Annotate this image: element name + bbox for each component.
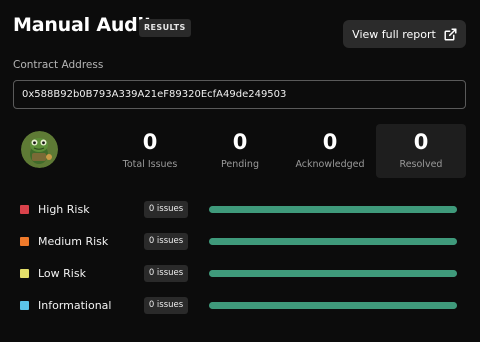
external-link-icon [444, 27, 457, 41]
stat-label: Total Issues [122, 159, 178, 170]
risk-label: Medium Risk [38, 235, 109, 248]
risk-progress-fill [209, 302, 457, 309]
issue-count-badge: 0 issues [144, 201, 188, 218]
risk-progress-track [209, 270, 457, 277]
risk-progress-fill [209, 270, 457, 277]
stat-pending[interactable]: 0 Pending [200, 124, 280, 178]
risk-progress-track [209, 302, 457, 309]
frog-avatar-icon [21, 131, 58, 168]
contract-address-field[interactable] [13, 80, 466, 109]
view-full-report-button[interactable]: View full report [343, 20, 466, 48]
risk-swatch [20, 269, 29, 278]
issue-count-badge: 0 issues [144, 297, 188, 314]
risk-row-medium: Medium Risk 0 issues [20, 233, 460, 250]
stat-label: Acknowledged [295, 159, 365, 170]
stat-value: 0 [322, 130, 338, 154]
stat-value: 0 [232, 130, 248, 154]
stat-value: 0 [413, 130, 429, 154]
issue-count-badge: 0 issues [144, 265, 188, 282]
stat-label: Pending [221, 159, 259, 170]
contract-address-label: Contract Address [13, 59, 104, 71]
project-avatar [21, 131, 58, 168]
stat-acknowledged[interactable]: 0 Acknowledged [290, 124, 370, 178]
page-title: Manual Audit [13, 14, 153, 36]
stat-value: 0 [142, 130, 158, 154]
risk-label: High Risk [38, 203, 90, 216]
issue-count-badge: 0 issues [144, 233, 188, 250]
risk-progress-track [209, 206, 457, 213]
risk-swatch [20, 301, 29, 310]
risk-progress-fill [209, 238, 457, 245]
risk-row-low: Low Risk 0 issues [20, 265, 460, 282]
stat-label: Resolved [399, 159, 443, 170]
stat-total-issues: 0 Total Issues [110, 124, 190, 178]
risk-progress-track [209, 238, 457, 245]
stat-resolved[interactable]: 0 Resolved [376, 124, 466, 178]
risk-row-high: High Risk 0 issues [20, 201, 460, 218]
risk-row-informational: Informational 0 issues [20, 297, 460, 314]
risk-swatch [20, 237, 29, 246]
risk-label: Low Risk [38, 267, 86, 280]
risk-progress-fill [209, 206, 457, 213]
risk-swatch [20, 205, 29, 214]
results-badge: RESULTS [139, 19, 191, 37]
report-button-label: View full report [352, 27, 436, 41]
risk-label: Informational [38, 299, 112, 312]
